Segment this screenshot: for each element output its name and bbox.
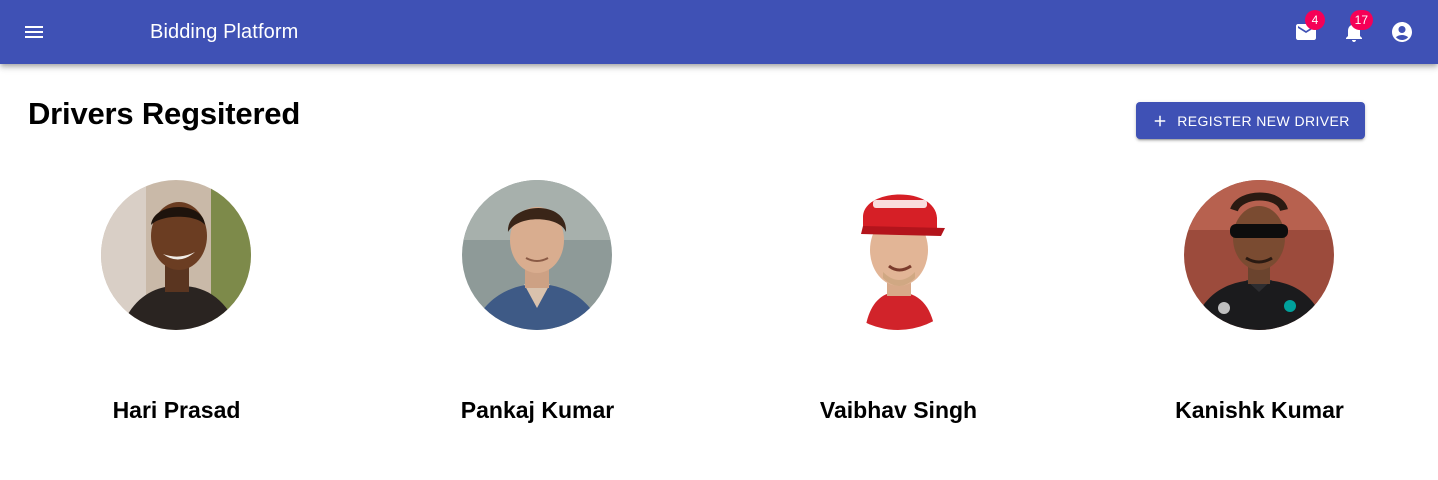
- driver-card[interactable]: Hari Prasad: [0, 180, 357, 440]
- driver-avatar: [823, 180, 973, 330]
- register-new-driver-label: REGISTER NEW DRIVER: [1177, 112, 1350, 129]
- menu-button[interactable]: [14, 12, 54, 52]
- driver-avatar: [1184, 180, 1334, 330]
- notifications-button[interactable]: 17: [1334, 10, 1374, 52]
- app-bar: Bidding Platform 4 17: [0, 0, 1438, 64]
- plus-icon: [1154, 115, 1166, 126]
- driver-card[interactable]: Pankaj Kumar: [357, 180, 718, 440]
- menu-icon: [25, 26, 43, 38]
- driver-card[interactable]: Kanishk Kumar: [1079, 180, 1438, 440]
- driver-name: Hari Prasad: [112, 397, 241, 423]
- account-button[interactable]: [1382, 12, 1422, 52]
- driver-avatar: [462, 180, 612, 330]
- page-title: Drivers Regsitered: [28, 96, 301, 131]
- mail-badge: 4: [1305, 10, 1325, 30]
- account-circle-icon: [1392, 22, 1412, 42]
- register-new-driver-button[interactable]: REGISTER NEW DRIVER: [1136, 102, 1365, 139]
- driver-card[interactable]: Vaibhav Singh: [718, 180, 1079, 440]
- driver-name: Pankaj Kumar: [460, 397, 615, 423]
- driver-avatar: [101, 180, 251, 330]
- app-title: Bidding Platform: [150, 21, 299, 43]
- driver-name: Kanishk Kumar: [1175, 397, 1344, 423]
- notifications-badge: 17: [1349, 10, 1373, 30]
- mail-button[interactable]: 4: [1286, 10, 1326, 52]
- driver-name: Vaibhav Singh: [819, 397, 978, 423]
